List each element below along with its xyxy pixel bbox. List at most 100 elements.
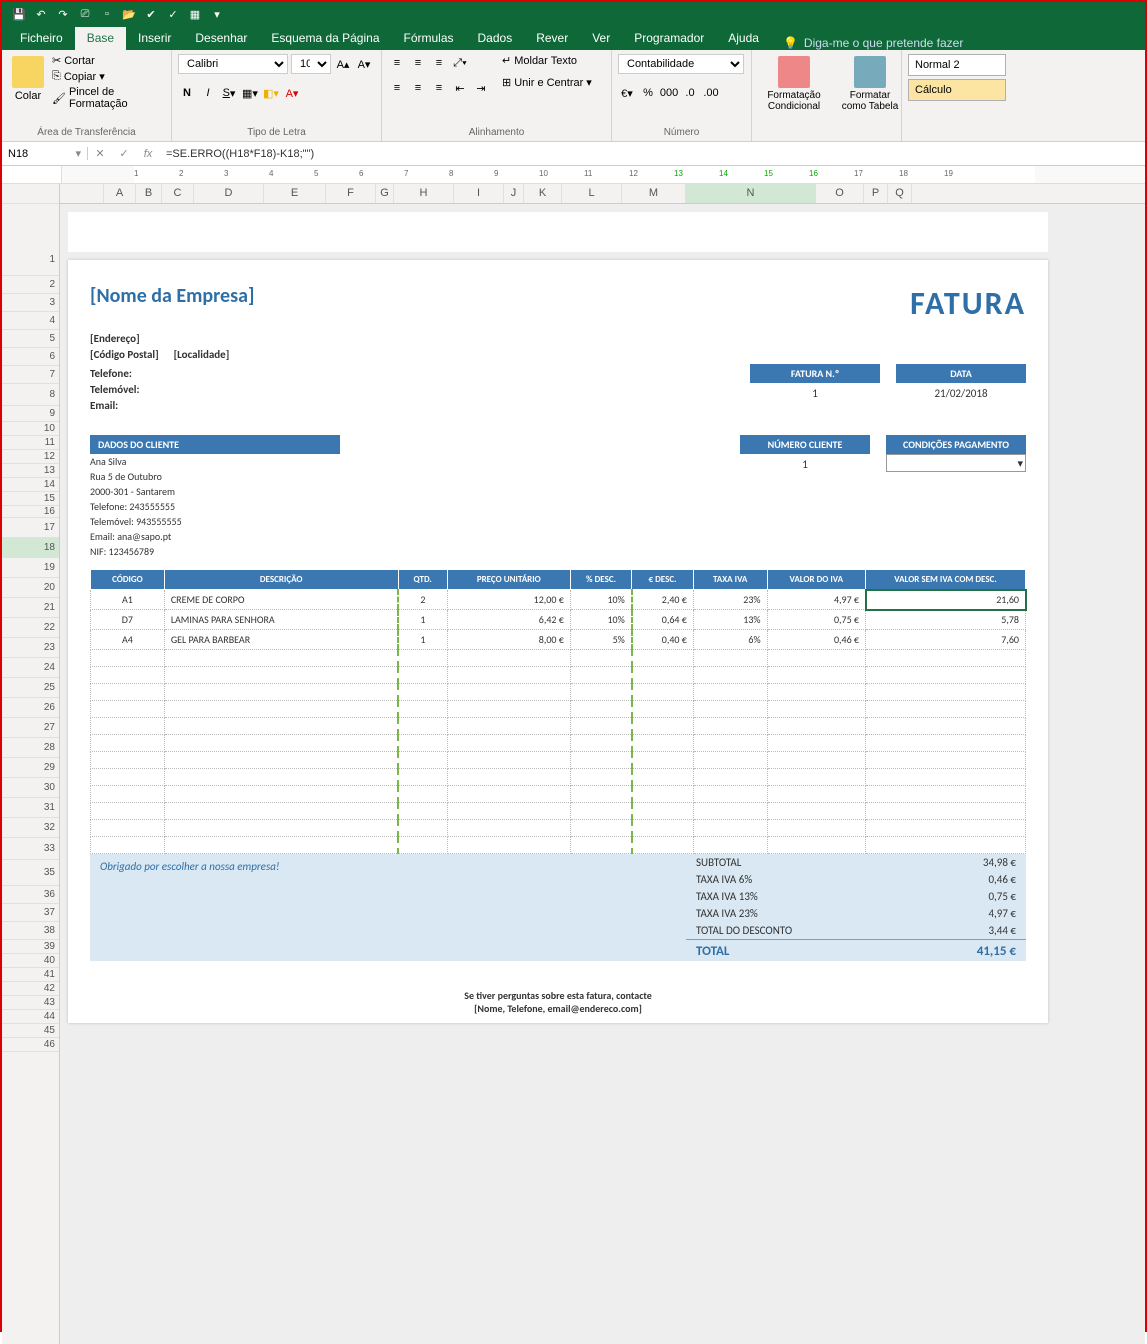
spell-icon[interactable]: ✔: [143, 6, 159, 22]
row-header-30[interactable]: 30: [2, 778, 59, 798]
table-row[interactable]: [91, 684, 1026, 701]
row-header-32[interactable]: 32: [2, 818, 59, 838]
table-row[interactable]: [91, 701, 1026, 718]
dec-dec-icon[interactable]: .00: [702, 84, 720, 102]
align-left-icon[interactable]: ≡: [388, 79, 406, 97]
table-row[interactable]: [91, 735, 1026, 752]
col-header-L[interactable]: L: [562, 184, 622, 203]
table-row[interactable]: [91, 650, 1026, 667]
row-header-16[interactable]: 16: [2, 506, 59, 518]
row-header-12[interactable]: 12: [2, 450, 59, 464]
font-name-select[interactable]: Calibri: [178, 54, 288, 74]
undo-icon[interactable]: ↶: [33, 6, 49, 22]
tab-desenhar[interactable]: Desenhar: [183, 27, 259, 50]
table-row[interactable]: [91, 718, 1026, 735]
condicoes-dropdown[interactable]: ▾: [886, 454, 1026, 472]
tab-base[interactable]: Base: [75, 27, 126, 50]
style-normal2[interactable]: Normal 2: [908, 54, 1006, 76]
paste-button[interactable]: Colar: [8, 54, 48, 125]
align-top-icon[interactable]: ≡: [388, 54, 406, 72]
tab-rever[interactable]: Rever: [524, 27, 580, 50]
table-row[interactable]: [91, 837, 1026, 854]
row-header-19[interactable]: 19: [2, 558, 59, 578]
row-headers[interactable]: 1234567891011121314151617181920212223242…: [2, 184, 60, 1344]
cut-button[interactable]: ✂Cortar: [52, 54, 165, 67]
tab-programador[interactable]: Programador: [622, 27, 716, 50]
redo-icon[interactable]: ↷: [55, 6, 71, 22]
underline-button[interactable]: S▾: [220, 84, 238, 102]
row-header-37[interactable]: 37: [2, 904, 59, 922]
row-header-25[interactable]: 25: [2, 678, 59, 698]
row-header-6[interactable]: 6: [2, 348, 59, 366]
col-header-F[interactable]: F: [326, 184, 376, 203]
row-header-39[interactable]: 39: [2, 940, 59, 954]
table-row[interactable]: [91, 820, 1026, 837]
row-header-38[interactable]: 38: [2, 922, 59, 940]
table-row[interactable]: D7LAMINAS PARA SENHORA16,42 €10%0,64 €13…: [91, 610, 1026, 630]
more-icon[interactable]: ▾: [209, 6, 225, 22]
tab-ajuda[interactable]: Ajuda: [716, 27, 771, 50]
copy-button[interactable]: ⎘Copiar▾: [52, 70, 165, 83]
accounting-icon[interactable]: €▾: [618, 84, 636, 102]
row-header-22[interactable]: 22: [2, 618, 59, 638]
save-icon[interactable]: 💾: [11, 6, 27, 22]
inc-dec-icon[interactable]: .0: [681, 84, 699, 102]
table-icon[interactable]: ▦: [187, 6, 203, 22]
row-header-40[interactable]: 40: [2, 954, 59, 968]
table-row[interactable]: A4GEL PARA BARBEAR18,00 €5%0,40 €6%0,46 …: [91, 630, 1026, 650]
table-row[interactable]: [91, 769, 1026, 786]
col-header-[interactable]: [60, 184, 104, 203]
bold-button[interactable]: N: [178, 84, 196, 102]
col-header-Q[interactable]: Q: [888, 184, 912, 203]
row-header-13[interactable]: 13: [2, 464, 59, 478]
row-header-46[interactable]: 46: [2, 1038, 59, 1052]
table-row[interactable]: [91, 786, 1026, 803]
row-header-28[interactable]: 28: [2, 738, 59, 758]
new-icon[interactable]: ▫: [99, 6, 115, 22]
col-header-G[interactable]: G: [376, 184, 394, 203]
col-header-H[interactable]: H: [394, 184, 454, 203]
cancel-fx-icon[interactable]: ✕: [88, 147, 112, 160]
row-header-21[interactable]: 21: [2, 598, 59, 618]
row-header-44[interactable]: 44: [2, 1010, 59, 1024]
col-header-P[interactable]: P: [864, 184, 888, 203]
font-size-select[interactable]: 10: [291, 54, 331, 74]
row-header-42[interactable]: 42: [2, 982, 59, 996]
shrink-font-icon[interactable]: A▾: [355, 55, 373, 73]
merge-center-button[interactable]: ⊞Unir e Centrar▾: [502, 76, 592, 89]
row-header-7[interactable]: 7: [2, 366, 59, 384]
tab-inserir[interactable]: Inserir: [126, 27, 183, 50]
name-box[interactable]: N18▾: [2, 147, 88, 160]
tab-esquema[interactable]: Esquema da Página: [259, 27, 391, 50]
row-header-9[interactable]: 9: [2, 406, 59, 422]
style-calculo[interactable]: Cálculo: [908, 79, 1006, 101]
table-row[interactable]: [91, 803, 1026, 820]
row-header-33[interactable]: 33: [2, 838, 59, 860]
col-header-E[interactable]: E: [264, 184, 326, 203]
orientation-icon[interactable]: ⤢▾: [451, 54, 469, 72]
column-headers[interactable]: ABCDEFGHIJKLMNOPQ: [60, 184, 1145, 204]
row-header-2[interactable]: 2: [2, 276, 59, 294]
row-header-27[interactable]: 27: [2, 718, 59, 738]
row-header-15[interactable]: 15: [2, 492, 59, 506]
indent-dec-icon[interactable]: ⇤: [451, 79, 469, 97]
col-header-B[interactable]: B: [136, 184, 162, 203]
fx-icon[interactable]: fx: [136, 148, 160, 160]
row-header-31[interactable]: 31: [2, 798, 59, 818]
row-header-35[interactable]: 35: [2, 860, 59, 886]
col-header-C[interactable]: C: [162, 184, 194, 203]
align-mid-icon[interactable]: ≡: [409, 54, 427, 72]
row-header-45[interactable]: 45: [2, 1024, 59, 1038]
col-header-I[interactable]: I: [454, 184, 504, 203]
tab-formulas[interactable]: Fórmulas: [392, 27, 466, 50]
align-bottom-icon[interactable]: ≡: [430, 54, 448, 72]
format-painter-button[interactable]: 🖌Pincel de Formatação: [52, 86, 165, 110]
fill-color-button[interactable]: ◧▾: [262, 84, 280, 102]
col-header-A[interactable]: A: [104, 184, 136, 203]
grow-font-icon[interactable]: A▴: [334, 55, 352, 73]
row-header-17[interactable]: 17: [2, 518, 59, 538]
italic-button[interactable]: I: [199, 84, 217, 102]
row-header-23[interactable]: 23: [2, 638, 59, 658]
wrap-text-button[interactable]: ↵Moldar Texto: [502, 54, 592, 67]
comma-icon[interactable]: 000: [660, 84, 678, 102]
